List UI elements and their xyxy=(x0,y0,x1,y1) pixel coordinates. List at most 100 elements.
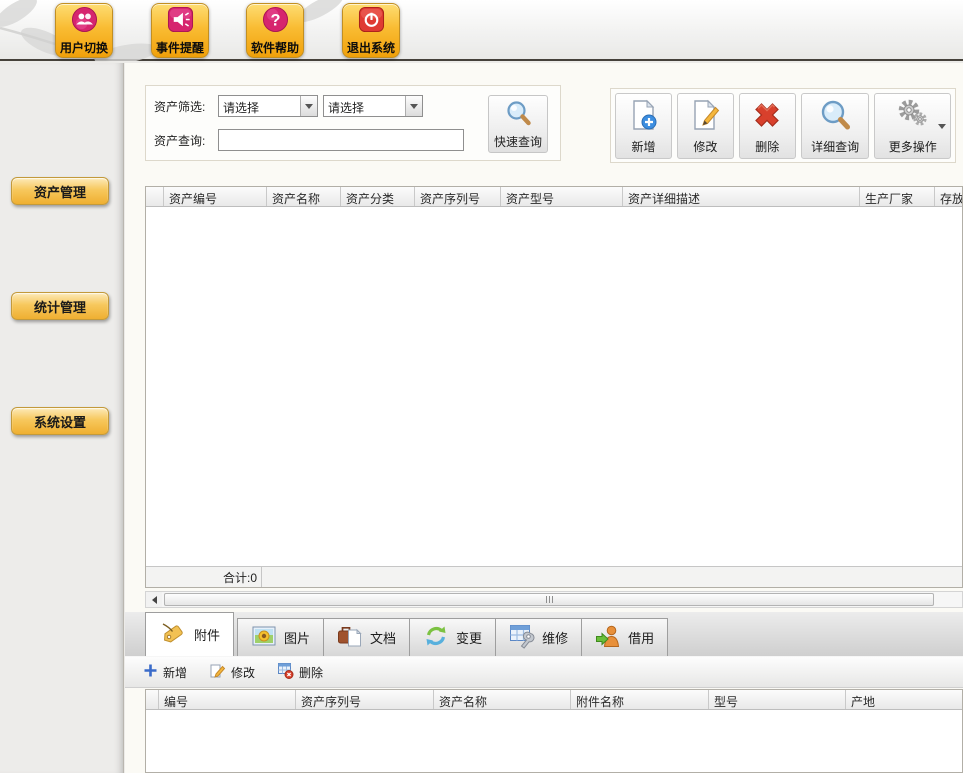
edit-document-icon xyxy=(688,98,722,137)
column-header[interactable]: 型号 xyxy=(709,690,846,709)
tab-label: 图片 xyxy=(284,628,310,647)
event-reminder-button[interactable]: 事件提醒 xyxy=(151,3,209,58)
asset-table-body[interactable] xyxy=(146,207,962,566)
tab-documents[interactable]: 文档 xyxy=(323,618,410,656)
attachment-delete-button[interactable]: 删除 xyxy=(277,662,323,682)
event-reminder-icon xyxy=(167,6,194,38)
column-header[interactable]: 资产详细描述 xyxy=(623,187,860,206)
exit-system-button[interactable]: 退出系统 xyxy=(342,3,400,58)
attachment-table-body[interactable] xyxy=(146,710,962,772)
tab-attachments[interactable]: 附件 xyxy=(145,612,234,656)
tab-label: 附件 xyxy=(194,625,220,644)
search-panel: 资产筛选: 请选择 请选择 资产查询: xyxy=(145,85,561,161)
tab-changes[interactable]: 变更 xyxy=(409,618,496,656)
thumb-grip xyxy=(552,596,553,603)
thumb-grip xyxy=(546,596,547,603)
delete-x-icon xyxy=(750,98,784,137)
detail-tabstrip: 附件 图片 xyxy=(125,612,963,656)
event-reminder-label: 事件提醒 xyxy=(156,39,204,56)
tag-icon xyxy=(159,619,187,650)
user-switch-button[interactable]: 用户切换 xyxy=(55,3,113,58)
exit-system-label: 退出系统 xyxy=(347,39,395,56)
magnifier-icon xyxy=(818,98,852,137)
modify-button-label: 修改 xyxy=(693,138,717,155)
delete-button-label: 删除 xyxy=(755,138,779,155)
attachment-modify-button[interactable]: 修改 xyxy=(209,662,255,682)
column-header[interactable]: 资产名称 xyxy=(434,690,571,709)
software-help-icon: ? xyxy=(262,6,289,38)
attachment-delete-label: 删除 xyxy=(299,664,323,681)
quick-query-label: 快速查询 xyxy=(494,133,542,150)
add-document-icon xyxy=(626,98,660,137)
thumb-grip xyxy=(549,596,550,603)
column-header[interactable]: 产地 xyxy=(846,690,962,709)
user-switch-label: 用户切换 xyxy=(60,39,108,56)
asset-filter-select-2-value: 请选择 xyxy=(324,96,405,116)
delete-button[interactable]: 删除 xyxy=(739,93,796,159)
gears-icon xyxy=(896,98,930,137)
attachment-add-button[interactable]: 新增 xyxy=(143,663,187,681)
footer-divider xyxy=(261,567,262,587)
column-header[interactable]: 资产型号 xyxy=(501,187,623,206)
column-header[interactable]: 存放地点 xyxy=(935,187,962,206)
chevron-down-icon[interactable] xyxy=(405,96,422,116)
exit-system-icon xyxy=(358,6,385,38)
plus-icon xyxy=(143,663,158,681)
attachment-table-header: 编号 资产序列号 资产名称 附件名称 型号 产地 xyxy=(146,690,962,710)
asset-filter-select-2[interactable]: 请选择 xyxy=(323,95,423,117)
column-header[interactable]: 资产名称 xyxy=(267,187,341,206)
detail-query-button-label: 详细查询 xyxy=(811,138,859,155)
main-panel: 资产筛选: 请选择 请选择 资产查询: xyxy=(125,63,963,773)
scrollbar-thumb[interactable] xyxy=(164,593,934,606)
tab-borrow[interactable]: 借用 xyxy=(581,618,668,656)
picture-icon xyxy=(251,623,277,652)
quick-query-button[interactable]: 快速查询 xyxy=(488,95,548,153)
total-count: 合计:0 xyxy=(223,569,257,586)
asset-filter-label: 资产筛选: xyxy=(154,98,218,115)
detail-query-button[interactable]: 详细查询 xyxy=(801,93,870,159)
row-selector-header xyxy=(146,690,159,709)
tab-label: 维修 xyxy=(542,628,568,647)
modify-button[interactable]: 修改 xyxy=(677,93,734,159)
tab-pictures[interactable]: 图片 xyxy=(237,618,324,656)
asset-filter-select-1[interactable]: 请选择 xyxy=(218,95,318,117)
asset-query-input[interactable] xyxy=(218,129,464,151)
tab-maintenance[interactable]: 维修 xyxy=(495,618,582,656)
chevron-down-icon[interactable] xyxy=(938,124,946,129)
repair-wrench-icon xyxy=(509,623,535,652)
column-header[interactable]: 资产序列号 xyxy=(296,690,434,709)
sidebar: 资产管理 统计管理 系统设置 xyxy=(0,63,124,773)
borrow-person-icon xyxy=(595,623,621,652)
tab-label: 文档 xyxy=(370,628,396,647)
column-header[interactable]: 编号 xyxy=(159,690,296,709)
column-header[interactable]: 资产序列号 xyxy=(415,187,501,206)
svg-text:?: ? xyxy=(270,11,280,29)
attachment-modify-label: 修改 xyxy=(231,664,255,681)
scroll-left-button[interactable] xyxy=(146,592,162,607)
column-header[interactable]: 资产编号 xyxy=(164,187,267,206)
sidebar-item-system-settings[interactable]: 系统设置 xyxy=(11,407,109,435)
asset-filter-select-1-value: 请选择 xyxy=(219,96,300,116)
arrow-left-icon xyxy=(152,596,157,604)
column-header[interactable]: 生产厂家 xyxy=(860,187,935,206)
user-switch-icon xyxy=(71,6,98,38)
sidebar-item-asset-management[interactable]: 资产管理 xyxy=(11,177,109,205)
tab-label: 借用 xyxy=(628,628,654,647)
horizontal-scrollbar[interactable] xyxy=(145,591,963,608)
asset-table-header: 资产编号 资产名称 资产分类 资产序列号 资产型号 资产详细描述 生产厂家 存放… xyxy=(146,187,962,207)
chevron-down-icon[interactable] xyxy=(300,96,317,116)
asset-query-label: 资产查询: xyxy=(154,132,218,149)
more-operations-label: 更多操作 xyxy=(889,138,937,155)
document-case-icon xyxy=(337,623,363,652)
attachment-add-label: 新增 xyxy=(163,664,187,681)
sidebar-item-statistics-management[interactable]: 统计管理 xyxy=(11,292,109,320)
more-operations-button[interactable]: 更多操作 xyxy=(874,93,951,159)
add-button-label: 新增 xyxy=(631,138,655,155)
add-button[interactable]: 新增 xyxy=(615,93,672,159)
delete-table-icon xyxy=(277,662,294,682)
software-help-button[interactable]: ? 软件帮助 xyxy=(246,3,304,58)
column-header[interactable]: 资产分类 xyxy=(341,187,415,206)
column-header[interactable]: 附件名称 xyxy=(571,690,709,709)
change-arrows-icon xyxy=(423,623,449,652)
asset-table-footer: 合计:0 xyxy=(146,566,962,587)
